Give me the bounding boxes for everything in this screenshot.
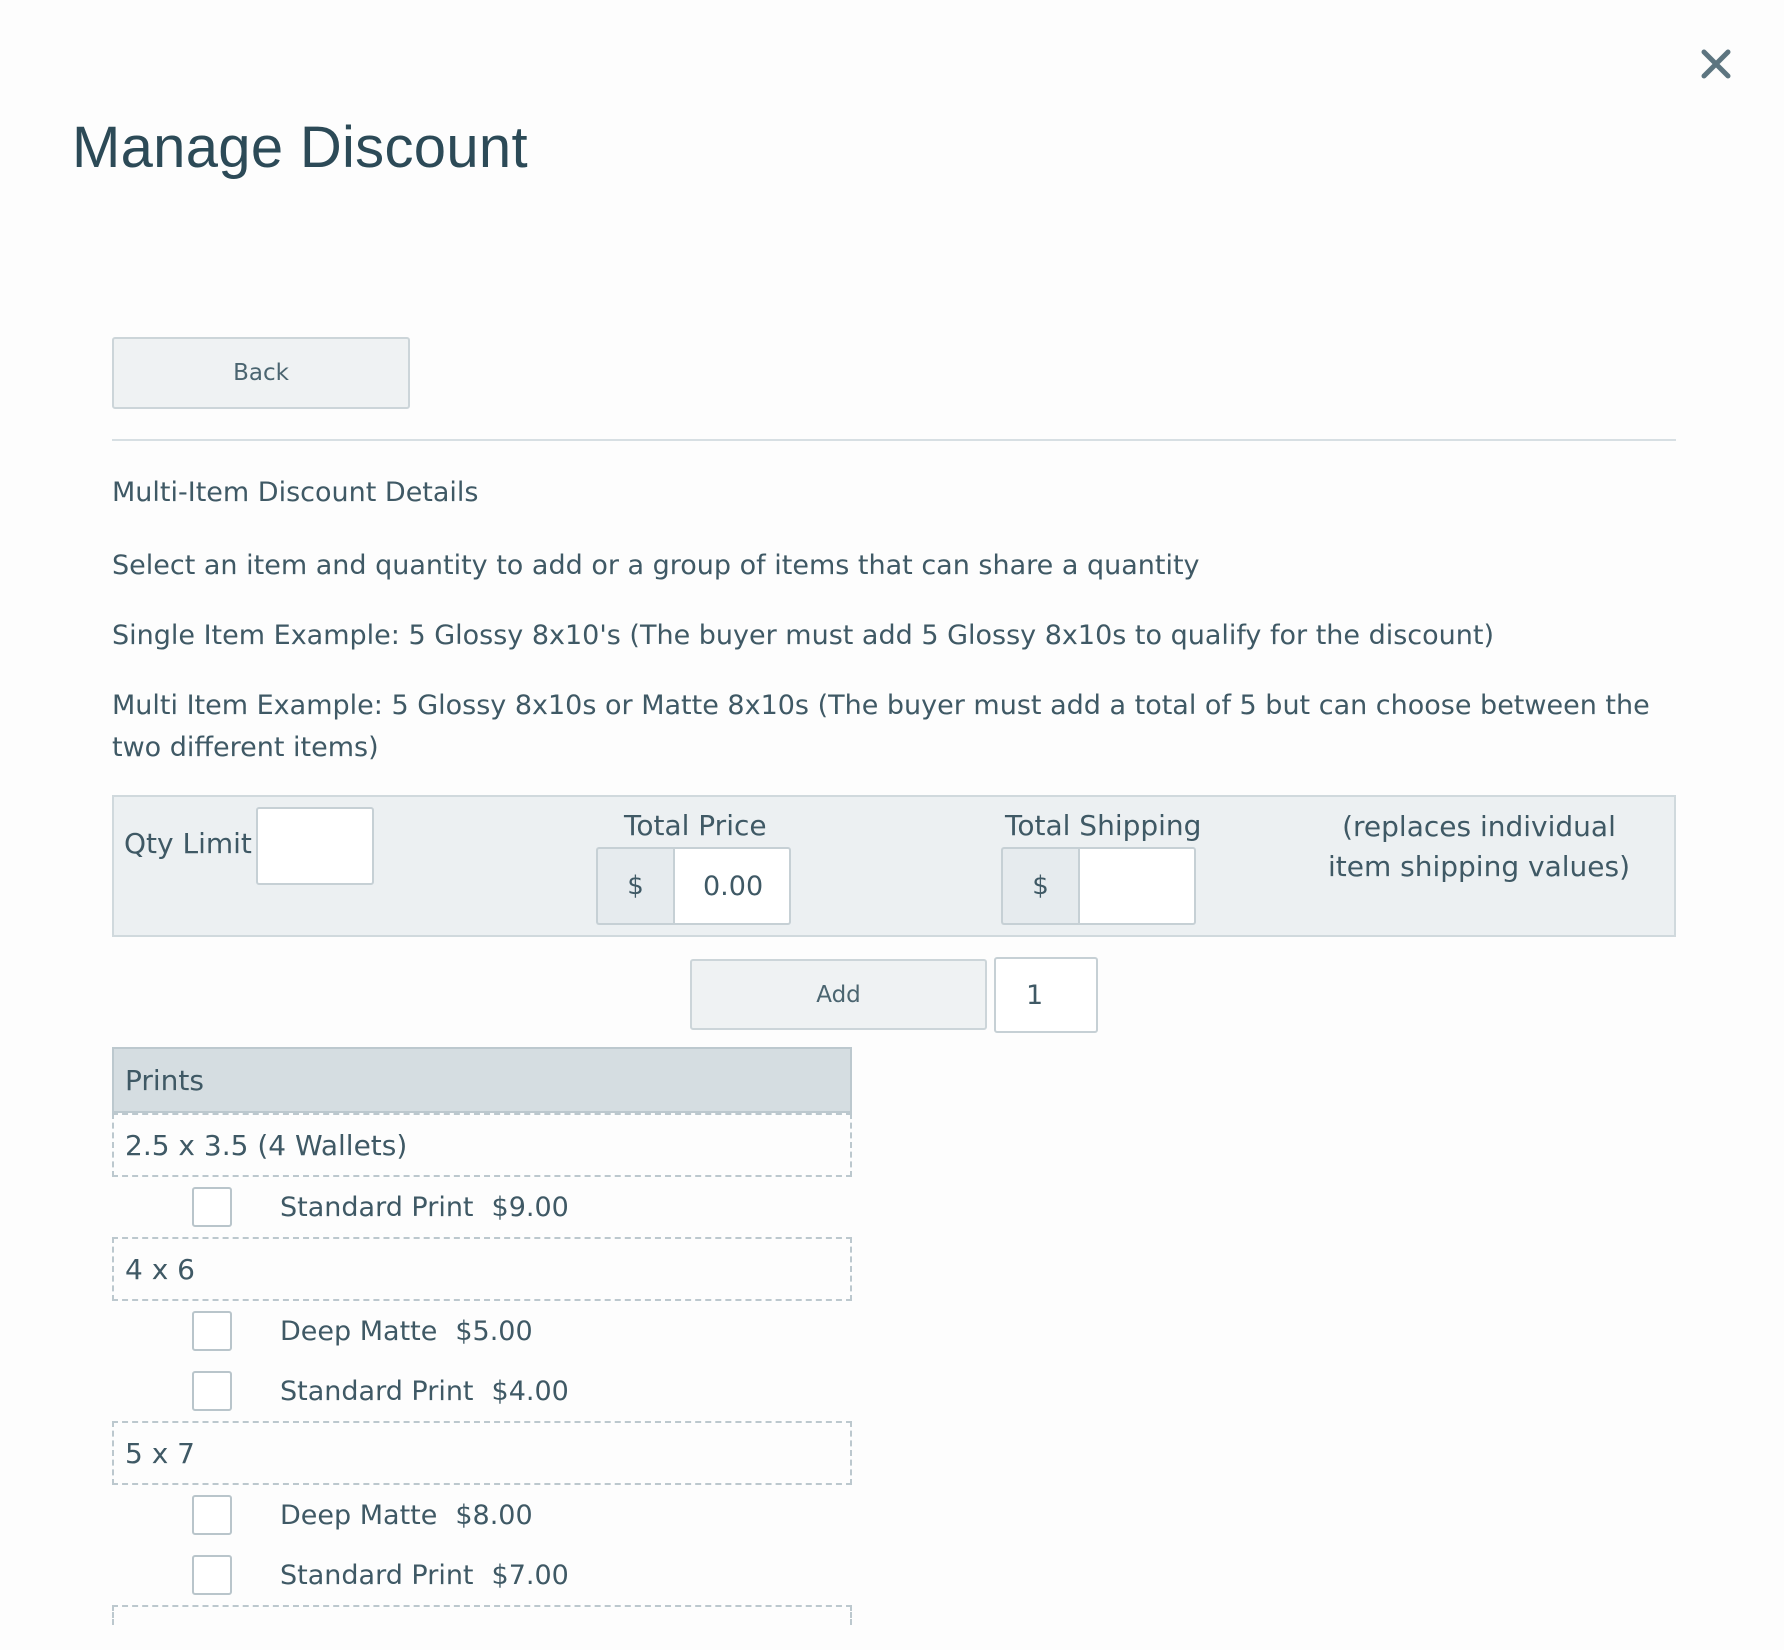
- item-label: Deep Matte $5.00: [280, 1316, 533, 1347]
- list-item: Deep Matte $5.00: [112, 1301, 852, 1361]
- list-item: Deep Matte $8.00: [112, 1485, 852, 1545]
- instruction-text: Select an item and quantity to add or a …: [112, 550, 1200, 581]
- discount-form: Back Multi-Item Discount Details Select …: [112, 337, 1676, 1625]
- add-quantity-input[interactable]: [994, 957, 1098, 1033]
- item-name: Standard Print: [280, 1191, 474, 1223]
- item-price: $4.00: [491, 1375, 569, 1407]
- group-row: 5 x 7: [112, 1421, 852, 1485]
- list-item: Standard Print $9.00: [112, 1177, 852, 1237]
- item-price: $8.00: [455, 1499, 533, 1531]
- item-checkbox[interactable]: [192, 1371, 232, 1411]
- total-shipping-label: Total Shipping: [1005, 809, 1202, 842]
- item-name: Deep Matte: [280, 1315, 438, 1347]
- section-title: Multi-Item Discount Details: [112, 477, 479, 508]
- item-label: Standard Print $4.00: [280, 1376, 569, 1407]
- item-label: Deep Matte $8.00: [280, 1500, 533, 1531]
- divider: [112, 439, 1676, 441]
- group-row: 2.5 x 3.5 (4 Wallets): [112, 1113, 852, 1177]
- total-price-label: Total Price: [624, 809, 767, 842]
- add-button[interactable]: Add: [690, 959, 987, 1030]
- item-name: Standard Print: [280, 1559, 474, 1591]
- group-row-partial: [112, 1605, 852, 1625]
- qty-limit-input[interactable]: [256, 807, 374, 885]
- item-checkbox[interactable]: [192, 1187, 232, 1227]
- item-name: Standard Print: [280, 1375, 474, 1407]
- item-label: Standard Print $9.00: [280, 1192, 569, 1223]
- add-row: Add: [112, 937, 1676, 1047]
- group-row: 4 x 6: [112, 1237, 852, 1301]
- item-label: Standard Print $7.00: [280, 1560, 569, 1591]
- total-price-currency: $: [596, 847, 673, 925]
- list-item: Standard Print $4.00: [112, 1361, 852, 1421]
- qty-limit-label: Qty Limit: [124, 827, 252, 860]
- total-price-input[interactable]: [673, 847, 791, 925]
- close-icon: [1701, 49, 1731, 79]
- item-name: Deep Matte: [280, 1499, 438, 1531]
- total-shipping-input[interactable]: [1078, 847, 1196, 925]
- item-price: $7.00: [491, 1559, 569, 1591]
- item-checkbox[interactable]: [192, 1311, 232, 1351]
- item-checkbox[interactable]: [192, 1495, 232, 1535]
- multi-item-example: Multi Item Example: 5 Glossy 8x10s or Ma…: [112, 690, 1650, 763]
- item-price: $5.00: [455, 1315, 533, 1347]
- page-title: Manage Discount: [72, 115, 528, 180]
- category-header: Prints: [112, 1047, 852, 1113]
- shipping-note: (replaces individual item shipping value…: [1327, 810, 1630, 883]
- close-button[interactable]: [1696, 44, 1736, 84]
- list-item: Standard Print $7.00: [112, 1545, 852, 1605]
- discount-limits-panel: Qty Limit Total Price $ Total Shipping $…: [112, 795, 1676, 937]
- item-price: $9.00: [491, 1191, 569, 1223]
- item-list: Prints 2.5 x 3.5 (4 Wallets) Standard Pr…: [112, 1047, 852, 1625]
- back-button[interactable]: Back: [112, 337, 410, 409]
- item-checkbox[interactable]: [192, 1555, 232, 1595]
- total-shipping-currency: $: [1001, 847, 1078, 925]
- single-item-example: Single Item Example: 5 Glossy 8x10's (Th…: [112, 620, 1494, 651]
